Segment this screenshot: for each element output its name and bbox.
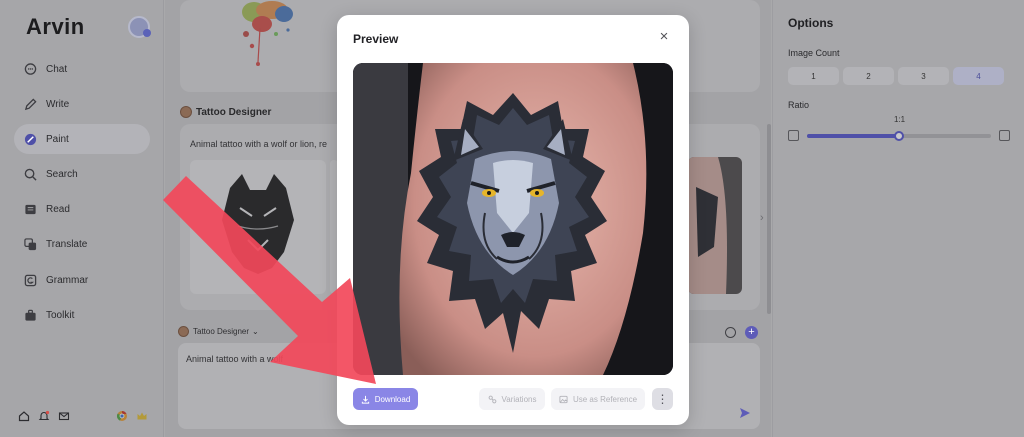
- avatar: [180, 106, 192, 118]
- designer-label: Tattoo Designer: [180, 106, 271, 118]
- sidebar-item-label: Read: [46, 204, 70, 216]
- image-icon: [559, 395, 568, 403]
- ratio-slider-fill: [807, 134, 899, 138]
- profile-icon[interactable]: [128, 16, 151, 38]
- result-thumbnail[interactable]: [688, 157, 742, 294]
- more-options-button[interactable]: ⋮: [652, 388, 673, 410]
- count-option-4[interactable]: 4: [953, 67, 1004, 85]
- grammar-icon: [24, 274, 37, 287]
- arm-tattoo-thumbnail: [688, 157, 727, 294]
- count-option-2[interactable]: 2: [843, 67, 894, 85]
- mail-icon[interactable]: [58, 410, 70, 422]
- designer-name: Tattoo Designer: [196, 106, 272, 118]
- sidebar-item-label: Toolkit: [46, 309, 75, 321]
- sidebar-item-label: Search: [46, 169, 78, 181]
- sidebar-item-label: Write: [46, 98, 70, 110]
- variations-icon: [488, 395, 496, 403]
- variations-button[interactable]: Variations: [479, 388, 545, 410]
- result-thumbnail[interactable]: [190, 160, 326, 294]
- download-icon: [361, 395, 369, 404]
- home-icon[interactable]: [18, 410, 30, 422]
- sidebar: Arvin Chat Write Paint Search Read Trans…: [0, 0, 164, 437]
- options-title: Options: [788, 16, 834, 30]
- sidebar-item-paint[interactable]: Paint: [14, 124, 150, 155]
- prompt-text: Animal tattoo with a wolf or lion, re: [190, 139, 328, 149]
- sidebar-item-label: Chat: [46, 63, 68, 75]
- send-icon[interactable]: [739, 407, 751, 419]
- ratio-value: 1:1: [894, 115, 906, 124]
- sidebar-nav: Chat Write Paint Search Read Translate G…: [14, 54, 150, 336]
- new-chat-plus-icon[interactable]: +: [745, 326, 758, 339]
- image-count-label: Image Count: [788, 48, 840, 58]
- bell-icon[interactable]: [38, 410, 50, 422]
- sidebar-item-toolkit[interactable]: Toolkit: [14, 300, 150, 330]
- crown-icon[interactable]: [136, 410, 148, 422]
- paint-icon: [24, 133, 37, 146]
- chrome-icon[interactable]: [116, 410, 128, 422]
- preview-modal: Preview × Download Variations Use as Ref…: [337, 15, 689, 425]
- sidebar-item-read[interactable]: Read: [14, 195, 150, 225]
- modal-actions: Download Variations Use as Reference ⋮: [353, 388, 673, 410]
- search-icon: [24, 168, 37, 181]
- wolf-sketch-image: [222, 174, 294, 274]
- options-panel: Options Image Count 1 2 3 4 Ratio 1:1: [772, 0, 1024, 437]
- chat-icon: [24, 62, 37, 76]
- ratio-slider[interactable]: [807, 131, 991, 141]
- sidebar-item-search[interactable]: Search: [14, 160, 150, 190]
- sidebar-item-label: Translate: [46, 239, 88, 251]
- modal-title: Preview: [353, 32, 399, 46]
- sidebar-item-chat[interactable]: Chat: [14, 54, 150, 84]
- chevron-right-icon[interactable]: ›: [760, 212, 764, 224]
- count-option-1[interactable]: 1: [788, 67, 839, 85]
- brand-logo: Arvin: [26, 14, 85, 39]
- selector-label: Tattoo Designer: [193, 327, 250, 336]
- sidebar-footer: [18, 410, 148, 422]
- model-selector[interactable]: Tattoo Designer ⌄: [178, 326, 259, 337]
- count-option-3[interactable]: 3: [898, 67, 949, 85]
- reference-label: Use as Reference: [572, 394, 638, 404]
- sidebar-item-label: Paint: [46, 133, 69, 145]
- sidebar-item-grammar[interactable]: Grammar: [14, 265, 150, 295]
- preview-image: [353, 63, 673, 375]
- scrollbar[interactable]: [767, 124, 771, 314]
- wolf-tattoo-image: [353, 63, 673, 375]
- ratio-label: Ratio: [788, 100, 810, 110]
- toolkit-icon: [24, 309, 37, 322]
- download-label: Download: [374, 394, 411, 404]
- ratio-portrait-icon: [999, 130, 1010, 141]
- ratio-landscape-icon: [788, 130, 799, 141]
- close-icon[interactable]: ×: [656, 29, 672, 45]
- ratio-slider-thumb[interactable]: [894, 131, 904, 141]
- translate-icon: [24, 238, 37, 251]
- read-icon: [24, 203, 37, 216]
- download-button[interactable]: Download: [353, 388, 418, 410]
- more-vertical-icon: ⋮: [656, 392, 669, 406]
- write-icon: [24, 98, 37, 111]
- composer-input-text[interactable]: Animal tattoo with a wolf: [186, 354, 283, 364]
- image-count-selector: 1 2 3 4: [788, 67, 1004, 85]
- watercolor-image: [242, 1, 293, 66]
- history-icon[interactable]: [725, 327, 736, 338]
- sidebar-item-write[interactable]: Write: [14, 89, 150, 119]
- sidebar-item-label: Grammar: [46, 274, 89, 286]
- footer-spacer: [78, 410, 108, 422]
- use-as-reference-button[interactable]: Use as Reference: [551, 388, 645, 410]
- variations-label: Variations: [501, 394, 537, 404]
- sidebar-item-translate[interactable]: Translate: [14, 230, 150, 260]
- chevron-down-icon: ⌄: [252, 327, 259, 336]
- avatar: [178, 326, 189, 337]
